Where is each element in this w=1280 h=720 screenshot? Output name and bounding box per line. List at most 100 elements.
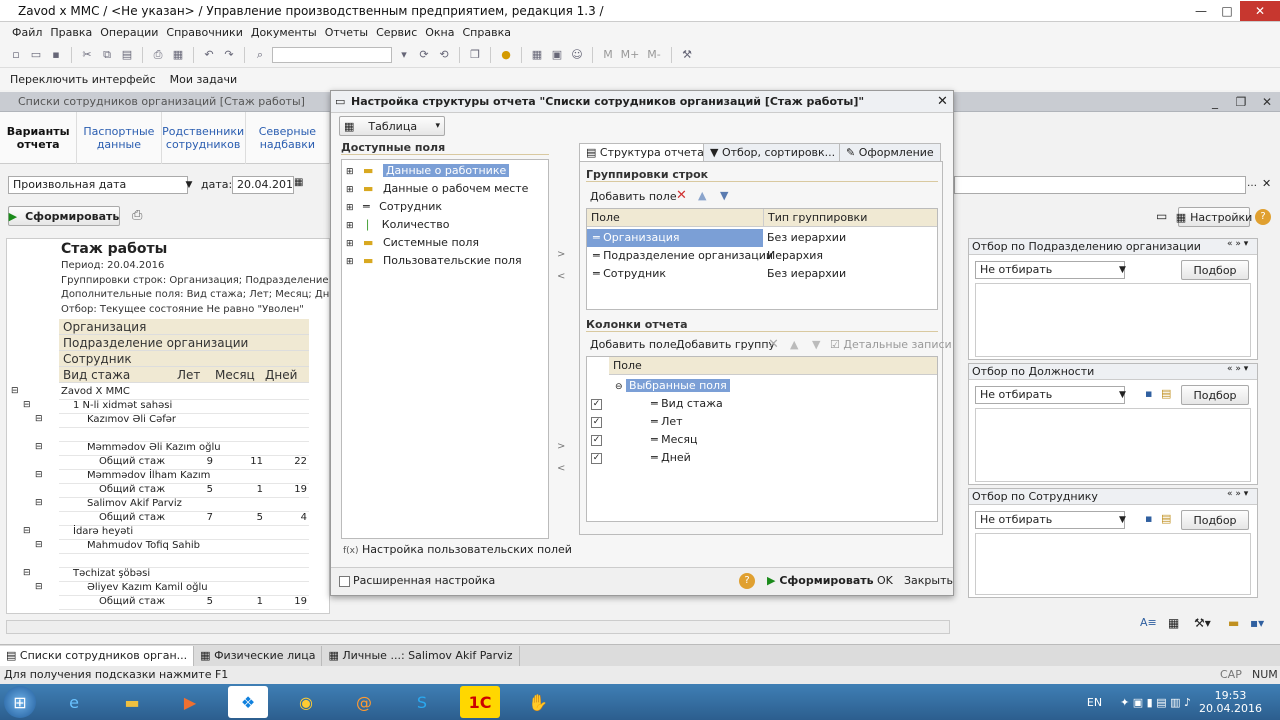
chevron-down-icon[interactable]: ▼ <box>1119 386 1126 404</box>
column-item-days[interactable]: ═ Дней <box>651 449 691 467</box>
filter-list[interactable] <box>975 533 1251 595</box>
column-item-experience-type[interactable]: ═ Вид стажа <box>651 395 723 413</box>
app-glove-icon[interactable]: ✋ <box>518 686 558 718</box>
find-prev-icon[interactable]: ⟲ <box>436 47 452 63</box>
filter-nav-icon[interactable]: « » ▾ <box>1227 239 1248 249</box>
messenger-icon[interactable]: @ <box>344 686 384 718</box>
my-tasks-button[interactable]: Мои задачи <box>170 73 237 86</box>
close-button[interactable]: Закрыть <box>904 574 953 587</box>
selected-fields-node[interactable]: ⊖ Выбранные поля <box>615 377 730 395</box>
column-checkbox[interactable]: ✓ <box>591 435 602 446</box>
window-tab-individuals[interactable]: ▦ Физические лица <box>194 645 323 666</box>
maximize-icon[interactable]: □ <box>1214 1 1240 21</box>
menu-windows[interactable]: Окна <box>425 26 454 39</box>
add-group-button[interactable]: Добавить группу <box>676 338 775 351</box>
move-down-icon[interactable]: ▼ <box>720 189 728 202</box>
folder-icon[interactable]: ▬ <box>1228 616 1239 630</box>
collapse-icon[interactable]: ⊟ <box>35 582 43 592</box>
move-right-icon[interactable]: > <box>557 441 565 452</box>
load-filter-icon[interactable]: ▤ <box>1161 512 1171 525</box>
more-icon[interactable]: … <box>1247 178 1257 189</box>
tab-report-structure[interactable]: ▤ Структура отчета <box>579 143 711 161</box>
expand-icon[interactable]: ⊞ <box>346 221 354 231</box>
filter-nav-icon[interactable]: « » ▾ <box>1227 489 1248 499</box>
move-left-icon[interactable]: < <box>557 271 565 282</box>
undo-icon[interactable]: ↶ <box>201 47 217 63</box>
save-icon[interactable]: ▪ <box>48 47 64 63</box>
custom-fields-link[interactable]: f(x) Настройка пользовательских полей <box>343 543 572 556</box>
language-indicator[interactable]: EN <box>1087 696 1102 709</box>
menu-help[interactable]: Справка <box>463 26 511 39</box>
open-icon[interactable]: ▭ <box>28 47 44 63</box>
chevron-down-icon[interactable]: ▼ <box>182 176 196 194</box>
filter-nav-icon[interactable]: « » ▾ <box>1227 364 1248 374</box>
delete-icon[interactable]: ✕ <box>676 188 687 203</box>
calendar-icon[interactable]: ▦ <box>294 177 308 193</box>
expand-icon[interactable]: ⊞ <box>346 239 354 249</box>
view-mode-select[interactable]: ▦ Таблица ▾ <box>339 116 445 136</box>
expand-icon[interactable]: ⊞ <box>346 185 354 195</box>
copy-icon[interactable]: ⧉ <box>99 47 115 63</box>
group-row-department[interactable]: ═ Подразделение организации <box>593 247 773 265</box>
menu-service[interactable]: Сервис <box>376 26 417 39</box>
start-button-icon[interactable]: ⊞ <box>4 686 36 718</box>
column-checkbox[interactable]: ✓ <box>591 417 602 428</box>
collapse-icon[interactable]: ⊟ <box>23 526 31 536</box>
move-down-icon[interactable]: ▼ <box>812 338 820 351</box>
expand-icon[interactable]: ⊞ <box>346 257 354 267</box>
redo-icon[interactable]: ↷ <box>221 47 237 63</box>
menu-file[interactable]: Файл <box>12 26 42 39</box>
filter-pick-button[interactable]: Подбор <box>1181 385 1249 405</box>
search-icon[interactable]: ⌕ <box>252 47 268 63</box>
collapse-icon[interactable]: ⊟ <box>35 470 43 480</box>
detail-records-checkbox[interactable]: ☑ Детальные записи <box>830 338 952 351</box>
layout-icon[interactable]: ▦ <box>1168 616 1179 630</box>
filter-value-select[interactable]: Не отбирать <box>975 511 1125 529</box>
media-player-icon[interactable]: ▶ <box>170 686 210 718</box>
chevron-down-icon[interactable]: ▼ <box>1119 511 1126 529</box>
filter-value-select[interactable]: Не отбирать <box>975 386 1125 404</box>
calculator-icon[interactable]: ▦ <box>529 47 545 63</box>
child-close-icon[interactable]: ✕ <box>1254 92 1280 112</box>
generate-button[interactable]: ▶ Сформировать <box>8 206 120 226</box>
clear-icon[interactable]: ✕ <box>1262 177 1271 190</box>
paste-icon[interactable]: ▤ <box>119 47 135 63</box>
layout-icon[interactable]: ▭ <box>1156 209 1167 223</box>
filter-pick-button[interactable]: Подбор <box>1181 260 1249 280</box>
menu-reports[interactable]: Отчеты <box>325 26 368 39</box>
memory-plus-icon[interactable]: M+ <box>620 47 640 63</box>
close-icon[interactable]: ✕ <box>1240 0 1280 21</box>
dialog-generate-button[interactable]: ▶ Сформировать <box>767 574 874 587</box>
tab-report-variants[interactable]: Варианты отчета <box>0 112 78 164</box>
column-checkbox[interactable]: ✓ <box>591 453 602 464</box>
save-filter-icon[interactable]: ▪ <box>1145 387 1152 400</box>
filter-list[interactable] <box>975 283 1251 357</box>
find-next-icon[interactable]: ⟳ <box>416 47 432 63</box>
child-minimize-icon[interactable]: _ <box>1202 92 1228 112</box>
group-row-organization[interactable]: ═ Организация <box>587 229 763 247</box>
chrome-icon[interactable]: ◉ <box>286 686 326 718</box>
tab-relatives[interactable]: Родственники сотрудников <box>162 112 246 164</box>
collapse-icon[interactable]: ⊟ <box>35 540 43 550</box>
column-checkbox[interactable]: ✓ <box>591 399 602 410</box>
calendar-icon[interactable]: ▣ <box>549 47 565 63</box>
move-left-icon[interactable]: < <box>557 463 565 474</box>
horizontal-scrollbar[interactable] <box>6 620 950 634</box>
group-row-employee[interactable]: ═ Сотрудник <box>593 265 666 283</box>
filter-list[interactable] <box>975 408 1251 482</box>
group-type-cell[interactable]: Иерархия <box>767 247 823 265</box>
skype-icon[interactable]: S <box>402 686 442 718</box>
move-right-icon[interactable]: > <box>557 249 565 260</box>
settings-button[interactable]: ▦ Настройки <box>1176 207 1252 227</box>
extra-date-field[interactable] <box>954 176 1246 194</box>
ok-button[interactable]: OK <box>877 574 893 587</box>
tree-item-custom-fields[interactable]: ⊞ ▬ Пользовательские поля <box>346 252 522 270</box>
column-item-years[interactable]: ═ Лет <box>651 413 683 431</box>
filter-value-select[interactable]: Не отбирать <box>975 261 1125 279</box>
load-filter-icon[interactable]: ▤ <box>1161 387 1171 400</box>
1c-icon[interactable]: 1C <box>460 686 500 718</box>
dropbox-icon[interactable]: ❖ <box>228 686 268 718</box>
delete-icon[interactable]: ✕ <box>768 337 779 352</box>
tree-item-quantity[interactable]: ⊞ ❘ Количество <box>346 216 449 234</box>
menu-edit[interactable]: Правка <box>50 26 92 39</box>
